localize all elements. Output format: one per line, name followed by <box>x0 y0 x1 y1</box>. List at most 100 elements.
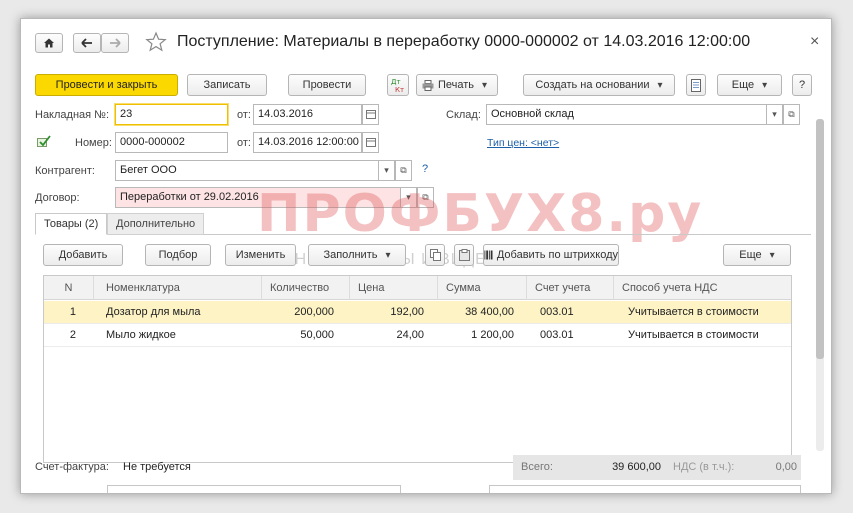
number-label: Номер: <box>75 137 112 149</box>
table-more-label: Еще <box>739 249 762 261</box>
column-header-account[interactable]: Счет учета <box>527 276 614 300</box>
back-button[interactable] <box>73 33 101 53</box>
number-datetime-field[interactable]: 14.03.2016 12:00:00 <box>253 132 362 153</box>
arrow-right-icon <box>110 38 121 48</box>
table-more-button[interactable]: Еще <box>723 244 791 266</box>
more-button[interactable]: Еще <box>717 74 782 96</box>
number-field[interactable]: 0000-000002 <box>115 132 228 153</box>
row-nomenclature: Дозатор для мыла <box>106 306 201 318</box>
row-sum: 1 200,00 <box>471 329 514 341</box>
save-button[interactable]: Записать <box>187 74 267 96</box>
report-button[interactable] <box>686 74 706 96</box>
chevron-down-icon <box>474 79 487 91</box>
vat-value: 0,00 <box>775 461 797 473</box>
column-header-quantity[interactable]: Количество <box>262 276 350 300</box>
invoice-date-field[interactable]: 14.03.2016 <box>253 104 362 125</box>
window-title: Поступление: Материалы в переработку 000… <box>177 33 751 50</box>
counterparty-open-icon[interactable]: ⧉ <box>395 160 412 181</box>
row-price: 192,00 <box>390 306 424 318</box>
chevron-down-icon <box>754 79 767 91</box>
svg-text:Дт: Дт <box>391 78 401 86</box>
warehouse-label: Склад: <box>446 109 481 121</box>
edit-button[interactable]: Изменить <box>225 244 296 266</box>
post-and-close-button[interactable]: Провести и закрыть <box>35 74 178 96</box>
barcode-icon <box>484 250 493 260</box>
chevron-down-icon <box>377 249 390 261</box>
printer-icon <box>422 79 434 91</box>
contract-label: Договор: <box>35 192 80 204</box>
total-value: 39 600,00 <box>612 461 661 473</box>
price-type-link[interactable]: Тип цен: <нет> <box>487 137 559 149</box>
document-window: Поступление: Материалы в переработку 000… <box>20 18 832 494</box>
warehouse-field[interactable]: Основной склад <box>486 104 767 125</box>
contract-dropdown-icon[interactable]: ▾ <box>400 187 417 208</box>
more-label: Еще <box>731 79 755 91</box>
number-date-label: от: <box>237 137 251 149</box>
post-button[interactable]: Провести <box>288 74 366 96</box>
home-button[interactable] <box>35 33 63 53</box>
responsible-field-edge[interactable] <box>489 485 801 493</box>
create-based-on-label: Создать на основании <box>535 79 650 91</box>
svg-text:Кт: Кт <box>395 86 404 93</box>
favorite-star-icon[interactable] <box>145 31 167 53</box>
fill-button[interactable]: Заполнить <box>308 244 406 266</box>
tab-goods[interactable]: Товары (2) <box>35 213 108 235</box>
column-header-nomenclature[interactable]: Номенклатура <box>94 276 262 300</box>
row-vat-method: Учитывается в стоимости <box>628 306 759 318</box>
counterparty-label: Контрагент: <box>35 165 95 177</box>
pick-button[interactable]: Подбор <box>145 244 211 266</box>
copy-rows-button[interactable] <box>425 244 445 266</box>
print-button[interactable]: Печать <box>416 74 498 96</box>
comment-field-edge[interactable] <box>107 485 401 493</box>
row-quantity: 200,000 <box>294 306 334 318</box>
close-icon[interactable]: × <box>810 33 819 51</box>
invoice-number-label: Накладная №: <box>35 109 110 121</box>
column-header-price[interactable]: Цена <box>350 276 438 300</box>
counterparty-field[interactable]: Бегет ООО <box>115 160 379 181</box>
row-sum: 38 400,00 <box>465 306 514 318</box>
row-account: 003.01 <box>540 329 574 341</box>
column-header-n[interactable]: N <box>44 276 94 300</box>
add-by-barcode-button[interactable]: Добавить по штрихкоду <box>483 244 619 266</box>
forward-button[interactable] <box>101 33 129 53</box>
calendar-icon[interactable] <box>362 104 379 125</box>
invoice-number-field[interactable]: 23 <box>115 104 228 125</box>
contract-open-icon[interactable]: ⧉ <box>417 187 434 208</box>
vat-label: НДС (в т.ч.): <box>673 461 735 473</box>
invoice-doc-label: Счет-фактура: <box>35 461 109 473</box>
warehouse-dropdown-icon[interactable]: ▾ <box>766 104 783 125</box>
table-header: N Номенклатура Количество Цена Сумма Сче… <box>44 276 791 300</box>
form-scrollbar[interactable] <box>816 119 824 451</box>
counterparty-help-icon[interactable]: ? <box>422 163 428 175</box>
counterparty-dropdown-icon[interactable]: ▾ <box>378 160 395 181</box>
row-number: 2 <box>69 329 76 341</box>
paste-icon <box>458 249 470 261</box>
tab-additional[interactable]: Дополнительно <box>107 213 205 235</box>
debit-credit-icon: ДтКт <box>391 78 404 93</box>
row-nomenclature: Мыло жидкое <box>106 329 176 341</box>
table-row[interactable]: 2 Мыло жидкое 50,000 24,00 1 200,00 003.… <box>44 324 791 347</box>
copy-icon <box>429 249 441 261</box>
table-row[interactable]: 1 Дозатор для мыла 200,000 192,00 38 400… <box>44 301 791 324</box>
total-label: Всего: <box>521 461 553 473</box>
contract-field[interactable]: Переработки от 29.02.2016 <box>115 187 401 208</box>
add-by-barcode-label: Добавить по штрихкоду <box>496 249 618 261</box>
row-quantity: 50,000 <box>300 329 334 341</box>
posted-check-icon <box>37 135 51 150</box>
invoice-doc-value: Не требуется <box>123 461 191 473</box>
row-vat-method: Учитывается в стоимости <box>628 329 759 341</box>
arrow-left-icon <box>81 38 92 48</box>
calendar-icon[interactable] <box>362 132 379 153</box>
warehouse-open-icon[interactable]: ⧉ <box>783 104 800 125</box>
column-header-vat-method[interactable]: Способ учета НДС <box>614 276 791 300</box>
goods-table[interactable]: N Номенклатура Количество Цена Сумма Сче… <box>43 275 792 463</box>
help-button[interactable]: ? <box>792 74 812 96</box>
paste-rows-button[interactable] <box>454 244 474 266</box>
column-header-sum[interactable]: Сумма <box>438 276 527 300</box>
dt-kt-button[interactable]: Дт Кт <box>387 74 409 96</box>
chevron-down-icon <box>650 79 663 91</box>
scrollbar-thumb[interactable] <box>816 119 824 359</box>
add-row-button[interactable]: Добавить <box>43 244 123 266</box>
fill-label: Заполнить <box>323 249 378 261</box>
create-based-on-button[interactable]: Создать на основании <box>523 74 675 96</box>
